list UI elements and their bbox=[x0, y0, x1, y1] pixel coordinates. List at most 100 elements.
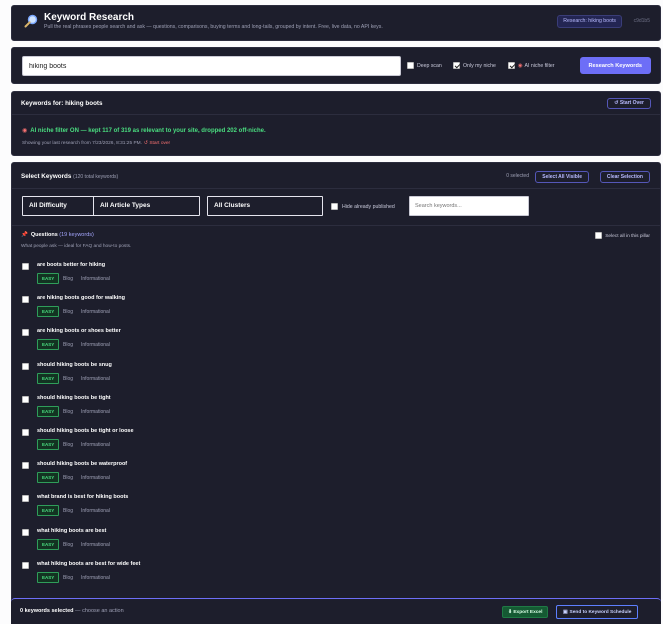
version-label: c9d1b5 bbox=[633, 18, 650, 24]
intent-label: Informational bbox=[81, 475, 110, 482]
deep-scan-label: Deep scan bbox=[417, 62, 442, 69]
pillar-count: (19 keywords) bbox=[59, 232, 94, 238]
difficulty-badge: EASY bbox=[37, 472, 60, 484]
keyword-row[interactable]: what hiking boots are best for wide feet… bbox=[22, 559, 652, 592]
article-types-filter[interactable]: All Article Types bbox=[93, 196, 200, 216]
difficulty-badge: EASY bbox=[37, 273, 60, 284]
export-excel-button[interactable]: ⬇ Export Excel bbox=[502, 606, 549, 618]
keyword-text: are hiking boots or shoes better bbox=[37, 328, 121, 335]
total-keywords-count: (120 total keywords) bbox=[73, 174, 119, 180]
keyword-row[interactable]: should hiking boots be tight or loose EAS… bbox=[22, 426, 652, 459]
selection-summary: 0 keywords selected — choose an action bbox=[20, 608, 124, 614]
keyword-checkbox[interactable] bbox=[22, 495, 29, 503]
keyword-text: should hiking boots be tight bbox=[37, 394, 111, 401]
keyword-text: what hiking boots are best for wide feet bbox=[37, 560, 141, 567]
keyword-checkbox[interactable] bbox=[22, 395, 29, 403]
niche-filter-message: ◉ AI niche filter ON — kept 117 of 319 as… bbox=[22, 127, 266, 134]
selected-keywords-count: 0 keywords selected bbox=[20, 608, 74, 614]
keyword-checkbox[interactable] bbox=[22, 362, 29, 370]
article-type: Blog bbox=[63, 574, 74, 581]
article-type: Blog bbox=[63, 276, 74, 282]
intent-label: Informational bbox=[81, 408, 110, 415]
article-type: Blog bbox=[63, 475, 74, 482]
keyword-text: what hiking boots are best bbox=[37, 527, 107, 534]
ai-niche-filter-checkbox[interactable] bbox=[508, 62, 515, 69]
action-hint: — choose an action bbox=[75, 608, 124, 614]
clear-selection-button[interactable]: Clear Selection bbox=[599, 171, 650, 183]
difficulty-badge: EASY bbox=[37, 538, 60, 550]
keyword-text: what brand is best for hiking boots bbox=[37, 494, 129, 501]
select-all-visible-button[interactable]: Select All Visible bbox=[535, 171, 589, 183]
hide-published-label: Hide already published bbox=[342, 203, 395, 210]
action-bar: 0 keywords selected — choose an action ⬇… bbox=[11, 598, 661, 624]
keyword-row[interactable]: are boots better for hiking EASY Blog Infor… bbox=[22, 260, 652, 293]
search-keywords-input[interactable] bbox=[409, 196, 529, 216]
keyword-input[interactable] bbox=[22, 56, 401, 76]
keyword-text: are boots better for hiking bbox=[37, 262, 106, 268]
keyword-row[interactable]: should hiking boots be waterproof EASY Blo… bbox=[22, 459, 652, 492]
pillar-title: Questions bbox=[30, 232, 58, 238]
research-badge: Research: hiking boots bbox=[557, 15, 622, 28]
pillar-header: 📌 Questions (19 keywords) bbox=[21, 232, 94, 238]
send-to-keyword-schedule-label: Send to Keyword Schedule bbox=[569, 609, 632, 615]
clusters-filter[interactable]: All Clusters bbox=[207, 196, 323, 216]
keyword-checkbox[interactable] bbox=[22, 561, 29, 569]
selected-count: 0 selected bbox=[506, 173, 529, 179]
difficulty-badge: EASY bbox=[37, 405, 60, 417]
keyword-checkbox[interactable] bbox=[22, 429, 29, 436]
ai-niche-filter-option[interactable]: ◉ AI niche filter bbox=[508, 62, 555, 69]
only-my-niche-label: Only my niche bbox=[463, 62, 496, 69]
hide-published-checkbox[interactable] bbox=[331, 203, 338, 210]
difficulty-badge: EASY bbox=[37, 339, 60, 351]
keyword-row[interactable]: what brand is best for hiking boots EASY B… bbox=[22, 492, 652, 525]
keyword-checkbox[interactable] bbox=[22, 528, 29, 536]
start-over-button[interactable]: ↺ Start Over bbox=[607, 98, 651, 109]
keyword-row[interactable]: should hiking boots be tight EASY Blog Info… bbox=[22, 393, 652, 426]
keyword-row[interactable]: are hiking boots good for walking EASY Blo… bbox=[22, 293, 652, 326]
magnifier-icon bbox=[24, 14, 38, 28]
only-my-niche-checkbox[interactable] bbox=[453, 62, 460, 69]
keywords-for-card: Keywords for: hiking boots ↺ Start Over … bbox=[11, 91, 661, 156]
ai-niche-filter-label: AI niche filter bbox=[524, 62, 555, 69]
start-over-link[interactable]: ↺ Start over bbox=[144, 141, 170, 146]
article-type: Blog bbox=[63, 408, 74, 415]
difficulty-badge: EASY bbox=[37, 505, 60, 517]
article-type: Blog bbox=[63, 541, 74, 548]
keyword-checkbox[interactable] bbox=[22, 296, 29, 304]
article-type: Blog bbox=[63, 442, 74, 448]
difficulty-badge: EASY bbox=[37, 306, 60, 318]
intent-label: Informational bbox=[81, 541, 110, 548]
deep-scan-checkbox[interactable] bbox=[407, 62, 414, 69]
select-all-in-pillar-label: Select all in this pillar bbox=[605, 233, 650, 239]
difficulty-filter[interactable]: All Difficulty bbox=[22, 196, 98, 216]
header-card: Keyword Research Pull the real phrases p… bbox=[11, 5, 661, 41]
keyword-checkbox[interactable] bbox=[22, 329, 29, 337]
divider bbox=[12, 188, 660, 189]
pillar-description: What people ask — ideal for FAQ and how-… bbox=[21, 244, 132, 249]
send-to-keyword-schedule-button[interactable]: ▣ Send to Keyword Schedule bbox=[556, 605, 639, 619]
difficulty-badge: EASY bbox=[37, 571, 60, 583]
research-keywords-button[interactable]: Research Keywords bbox=[579, 57, 651, 74]
page-subtitle: Pull the real phrases people search and … bbox=[44, 24, 383, 30]
intent-label: Informational bbox=[81, 342, 110, 349]
only-my-niche-option[interactable]: Only my niche bbox=[453, 62, 496, 69]
keyword-text: are hiking boots good for walking bbox=[37, 295, 126, 302]
intent-label: Informational bbox=[81, 508, 110, 515]
deep-scan-option[interactable]: Deep scan bbox=[407, 62, 442, 69]
keyword-row[interactable]: what hiking boots are best EASY Blog Inform… bbox=[22, 526, 652, 559]
niche-filter-text: AI niche filter ON — kept 117 of 319 as … bbox=[30, 128, 266, 134]
difficulty-badge: EASY bbox=[37, 439, 60, 450]
article-type: Blog bbox=[63, 508, 74, 515]
keyword-row[interactable]: are hiking boots or shoes better EASY Blog… bbox=[22, 326, 652, 359]
keyword-checkbox[interactable] bbox=[22, 462, 29, 470]
keyword-row[interactable]: should hiking boots be snug EASY Blog Infor… bbox=[22, 360, 652, 393]
last-research-note: Showing your last research from 7/23/202… bbox=[22, 141, 170, 146]
keyword-text: should hiking boots be waterproof bbox=[37, 461, 128, 468]
last-research-text: Showing your last research from 7/23/202… bbox=[22, 141, 142, 146]
select-all-in-pillar-checkbox[interactable] bbox=[595, 232, 603, 239]
intent-label: Informational bbox=[81, 375, 110, 382]
select-keywords-card: Select Keywords (120 total keywords) 0 s… bbox=[11, 162, 661, 622]
keyword-checkbox[interactable] bbox=[22, 263, 29, 270]
hide-published-option[interactable]: Hide already published bbox=[331, 203, 395, 210]
select-all-in-pillar-option[interactable]: Select all in this pillar bbox=[595, 232, 650, 239]
